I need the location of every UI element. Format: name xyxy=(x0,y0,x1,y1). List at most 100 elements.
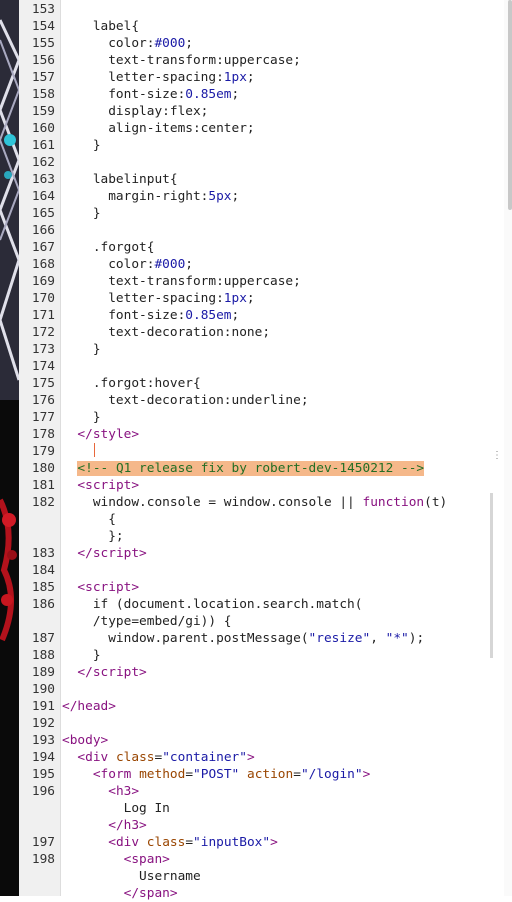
code-text[interactable]: </span> xyxy=(62,885,178,902)
code-line[interactable]: 186 if (document.location.search.match( xyxy=(0,596,505,613)
code-line[interactable]: 180 <!-- Q1 release fix by robert-dev-14… xyxy=(0,460,505,477)
code-text[interactable]: } xyxy=(62,137,101,154)
code-line[interactable]: 193 <body> xyxy=(0,732,505,749)
code-text[interactable]: }; xyxy=(62,528,123,545)
code-text[interactable]: <!-- Q1 release fix by robert-dev-145021… xyxy=(62,460,425,477)
code-line[interactable]: 175 .forgot:hover{ xyxy=(0,375,505,392)
code-line[interactable]: 189 </script> xyxy=(0,664,505,681)
code-text[interactable]: margin-right:5px; xyxy=(62,188,239,205)
code-line[interactable]: 169 text-transform:uppercase; xyxy=(0,273,505,290)
code-line[interactable]: 158 font-size:0.85em; xyxy=(0,86,505,103)
code-text[interactable]: Username xyxy=(62,868,201,885)
code-text[interactable]: text-decoration:none; xyxy=(62,324,270,341)
vertical-scrollbar[interactable] xyxy=(504,0,512,896)
code-text[interactable]: letter-spacing:1px; xyxy=(62,290,254,307)
code-line[interactable]: 165 } xyxy=(0,205,505,222)
code-text[interactable]: color:#000; xyxy=(62,35,193,52)
code-text[interactable]: /type=embed/gi)) { xyxy=(62,613,232,630)
code-line[interactable]: 177 } xyxy=(0,409,505,426)
code-line[interactable]: 171 font-size:0.85em; xyxy=(0,307,505,324)
code-text[interactable]: </head> xyxy=(62,698,116,715)
code-text[interactable]: if (document.location.search.match( xyxy=(62,596,363,613)
code-line[interactable]: /type=embed/gi)) { xyxy=(0,613,505,630)
code-text[interactable]: </script> xyxy=(62,664,146,681)
code-line[interactable]: 157 letter-spacing:1px; xyxy=(0,69,505,86)
code-text[interactable]: <form method="POST" action="/login"> xyxy=(62,766,370,783)
code-line[interactable]: 178 </style> xyxy=(0,426,505,443)
code-text[interactable]: } xyxy=(62,341,101,358)
code-line[interactable]: 182 window.console = window.console || f… xyxy=(0,494,505,511)
code-text[interactable]: window.parent.postMessage("resize", "*")… xyxy=(62,630,424,647)
code-line[interactable]: 153 xyxy=(0,1,505,18)
code-line[interactable]: 156 text-transform:uppercase; xyxy=(0,52,505,69)
code-text[interactable]: <script> xyxy=(62,477,139,494)
code-line[interactable]: Username xyxy=(0,868,505,885)
code-line[interactable]: 172 text-decoration:none; xyxy=(0,324,505,341)
code-text[interactable]: .forgot:hover{ xyxy=(62,375,201,392)
code-line[interactable]: 179 xyxy=(0,443,505,460)
code-line[interactable]: 162 xyxy=(0,154,505,171)
code-text[interactable]: text-transform:uppercase; xyxy=(62,52,301,69)
code-line[interactable]: </span> xyxy=(0,885,505,902)
code-text[interactable]: } xyxy=(62,647,101,664)
code-line[interactable]: 159 display:flex; xyxy=(0,103,505,120)
code-line[interactable]: 190 xyxy=(0,681,505,698)
code-line[interactable]: 181 <script> xyxy=(0,477,505,494)
code-text[interactable]: display:flex; xyxy=(62,103,208,120)
code-line[interactable]: 155 color:#000; xyxy=(0,35,505,52)
vertical-dots-icon[interactable]: ⋮ xyxy=(492,451,502,461)
code-line[interactable]: 161 } xyxy=(0,137,505,154)
code-line[interactable]: 183 </script> xyxy=(0,545,505,562)
code-text[interactable]: </h3> xyxy=(62,817,147,834)
code-line[interactable]: 184 xyxy=(0,562,505,579)
code-line[interactable]: 167 .forgot{ xyxy=(0,239,505,256)
code-line[interactable]: 196 <h3> xyxy=(0,783,505,800)
code-line[interactable]: 187 window.parent.postMessage("resize", … xyxy=(0,630,505,647)
code-text[interactable]: labelinput{ xyxy=(62,171,178,188)
code-line[interactable]: 197 <div class="inputBox"> xyxy=(0,834,505,851)
code-line[interactable]: 191 </head> xyxy=(0,698,505,715)
code-text[interactable]: font-size:0.85em; xyxy=(62,307,239,324)
code-text[interactable]: text-transform:uppercase; xyxy=(62,273,301,290)
code-text[interactable]: <h3> xyxy=(62,783,139,800)
code-line[interactable]: 160 align-items:center; xyxy=(0,120,505,137)
code-line[interactable]: 170 letter-spacing:1px; xyxy=(0,290,505,307)
code-text[interactable]: font-size:0.85em; xyxy=(62,86,239,103)
code-line[interactable]: 154 label{ xyxy=(0,18,505,35)
code-text[interactable]: <div class="container"> xyxy=(62,749,254,766)
code-line[interactable]: 174 xyxy=(0,358,505,375)
code-line[interactable]: }; xyxy=(0,528,505,545)
code-text[interactable]: <span> xyxy=(62,851,170,868)
code-line[interactable]: { xyxy=(0,511,505,528)
code-text[interactable]: Log In xyxy=(62,800,170,817)
code-line[interactable]: Log In xyxy=(0,800,505,817)
code-line[interactable]: 194 <div class="container"> xyxy=(0,749,505,766)
code-text[interactable]: <body> xyxy=(62,732,108,749)
scrollbar-thumb[interactable] xyxy=(508,0,512,210)
code-text[interactable]: window.console = window.console || funct… xyxy=(62,494,447,511)
code-text[interactable]: align-items:center; xyxy=(62,120,254,137)
code-text[interactable]: color:#000; xyxy=(62,256,193,273)
code-line[interactable]: 166 xyxy=(0,222,505,239)
code-line[interactable]: 192 xyxy=(0,715,505,732)
code-text[interactable]: <script> xyxy=(62,579,139,596)
code-text[interactable]: { xyxy=(62,511,116,528)
code-editor[interactable]: 153 154 label{155 color:#000; 156 text-tra… xyxy=(0,0,512,901)
code-text[interactable]: text-decoration:underline; xyxy=(62,392,308,409)
code-line[interactable]: </h3> xyxy=(0,817,505,834)
code-text[interactable]: } xyxy=(62,409,101,426)
code-text[interactable]: </style> xyxy=(62,426,139,443)
code-line[interactable]: 198 <span> xyxy=(0,851,505,868)
code-text[interactable]: } xyxy=(62,205,101,222)
code-text[interactable]: <div class="inputBox"> xyxy=(62,834,278,851)
code-text[interactable]: .forgot{ xyxy=(62,239,155,256)
code-line[interactable]: 163 labelinput{ xyxy=(0,171,505,188)
code-text[interactable]: </script> xyxy=(62,545,146,562)
code-line[interactable]: 164 margin-right:5px; xyxy=(0,188,505,205)
code-text[interactable]: label{ xyxy=(62,18,139,35)
code-line[interactable]: 188 } xyxy=(0,647,505,664)
code-line[interactable]: 173 } xyxy=(0,341,505,358)
code-line[interactable]: 176 text-decoration:underline; xyxy=(0,392,505,409)
code-text[interactable]: letter-spacing:1px; xyxy=(62,69,254,86)
code-line[interactable]: 168 color:#000; xyxy=(0,256,505,273)
